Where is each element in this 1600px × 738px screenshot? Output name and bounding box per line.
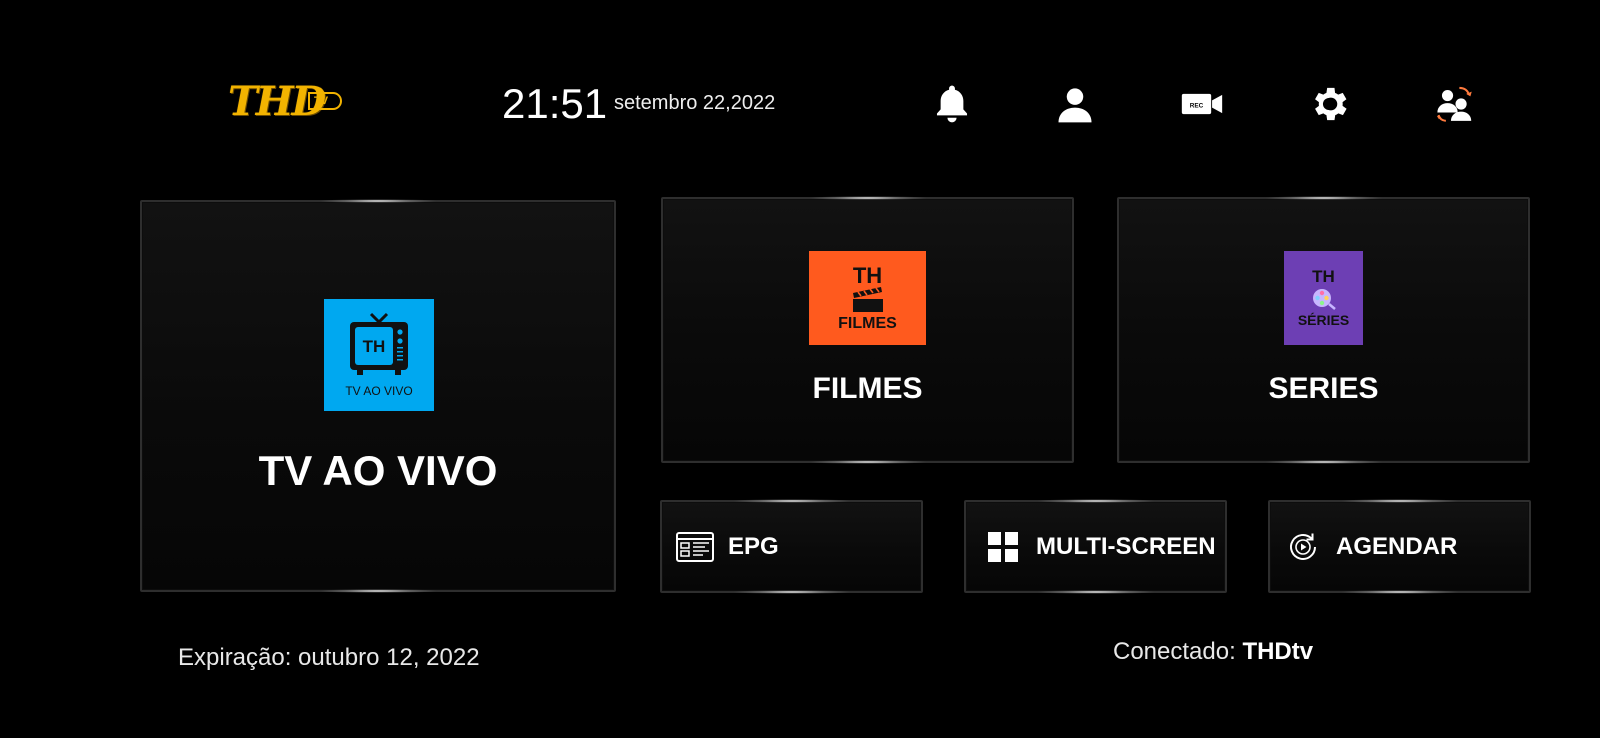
recordings-button[interactable]: REC (1178, 80, 1226, 128)
epg-label: EPG (728, 532, 779, 560)
epg-tile[interactable]: EPG (660, 499, 923, 594)
movies-thumb-caption: FILMES (838, 315, 897, 332)
film-reel-icon (1312, 289, 1336, 310)
tv-thumb-caption: TV AO VIVO (345, 384, 413, 398)
gear-icon (1315, 87, 1347, 121)
multi-screen-tile[interactable]: MULTI-SCREEN (964, 499, 1227, 594)
movies-thumbnail: TH FILMES (809, 251, 926, 345)
logo-sub: TV (308, 92, 343, 110)
app-logo: THD TV (228, 78, 358, 126)
switch-user-button[interactable] (1430, 80, 1482, 128)
switch-user-icon (1436, 86, 1472, 122)
series-thumb-title: TH (1312, 267, 1335, 286)
movies-label: FILMES (812, 372, 923, 405)
multi-screen-label: MULTI-SCREEN (1036, 532, 1216, 560)
user-icon (1058, 88, 1092, 123)
settings-button[interactable] (1305, 80, 1353, 128)
schedule-tile[interactable]: AGENDAR (1268, 499, 1531, 594)
series-tile[interactable]: TH SÉRIES SERIES (1117, 196, 1530, 464)
expiration-text: Expiração: outubro 12, 2022 (178, 644, 480, 671)
series-thumb-caption: SÉRIES (1297, 312, 1350, 328)
clock-date: setembro 22,2022 (614, 92, 776, 114)
rec-label: REC (1190, 103, 1204, 110)
movies-tile[interactable]: TH FILMES FILMES (661, 196, 1074, 464)
series-label: SERIES (1268, 372, 1379, 405)
grid-icon (984, 530, 1022, 564)
live-tv-tile[interactable]: TH TV AO VIVO TV AO VIVO (140, 199, 616, 593)
connection-status: Conectado: THDtv (1113, 638, 1313, 666)
series-thumbnail: TH SÉRIES (1284, 251, 1363, 345)
bell-icon (936, 85, 968, 123)
rec-camera-icon: REC (1181, 93, 1223, 115)
connected-name: THDtv (1242, 638, 1314, 665)
tv-thumb-title: TH (363, 337, 386, 356)
profile-button[interactable] (1051, 80, 1099, 128)
live-tv-label: TV AO VIVO (258, 447, 498, 494)
live-tv-thumbnail: TH TV AO VIVO (324, 299, 434, 411)
movies-thumb-title: TH (852, 263, 883, 288)
notifications-button[interactable] (928, 80, 976, 128)
connected-label: Conectado: (1113, 638, 1236, 665)
clapperboard-icon (852, 287, 883, 312)
schedule-label: AGENDAR (1336, 532, 1458, 560)
clock-time: 21:51 (502, 80, 608, 127)
tv-icon: TH (350, 312, 408, 375)
schedule-replay-icon (1284, 530, 1322, 564)
epg-guide-icon (676, 530, 714, 564)
